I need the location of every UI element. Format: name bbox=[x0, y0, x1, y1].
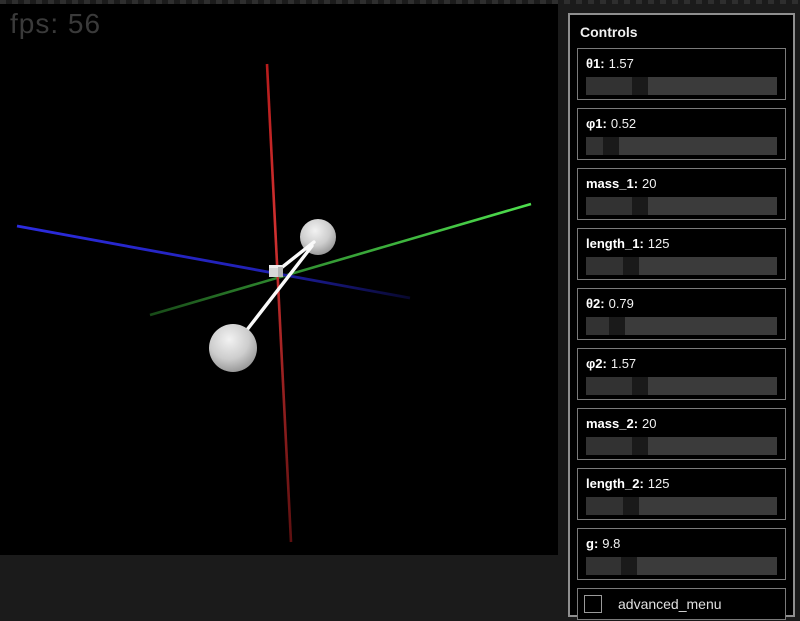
fps-counter: fps: 56 bbox=[10, 8, 101, 40]
advanced-menu-group: advanced_menu bbox=[577, 588, 786, 620]
slider-thumb[interactable] bbox=[623, 257, 639, 275]
panel-title: Controls bbox=[580, 24, 786, 40]
slider-thumb[interactable] bbox=[632, 197, 648, 215]
red-axis bbox=[267, 64, 291, 542]
slider-fill bbox=[586, 557, 621, 575]
slider-thumb[interactable] bbox=[632, 77, 648, 95]
length-2-slider[interactable] bbox=[586, 497, 777, 515]
theta1-slider[interactable] bbox=[586, 77, 777, 95]
slider-fill bbox=[586, 137, 603, 155]
slider-label-mass-1: mass_1:20 bbox=[586, 176, 777, 191]
origin-pivot-cube bbox=[269, 265, 283, 277]
slider-thumb[interactable] bbox=[609, 317, 625, 335]
theta2-slider[interactable] bbox=[586, 317, 777, 335]
slider-label-phi2: φ2:1.57 bbox=[586, 356, 777, 371]
slider-fill bbox=[586, 257, 623, 275]
slider-group-mass-1: mass_1:20 bbox=[577, 168, 786, 220]
slider-fill bbox=[586, 377, 632, 395]
pendulum-bob-2 bbox=[209, 324, 257, 372]
slider-group-phi1: φ1:0.52 bbox=[577, 108, 786, 160]
slider-fill bbox=[586, 197, 632, 215]
slider-label-length-1: length_1:125 bbox=[586, 236, 777, 251]
slider-group-g: g:9.8 bbox=[577, 528, 786, 580]
controls-panel: Controls θ1:1.57 φ1:0.52 mass_1:20 lengt… bbox=[568, 13, 795, 617]
slider-thumb[interactable] bbox=[632, 377, 648, 395]
phi2-slider[interactable] bbox=[586, 377, 777, 395]
slider-group-mass-2: mass_2:20 bbox=[577, 408, 786, 460]
slider-group-phi2: φ2:1.57 bbox=[577, 348, 786, 400]
slider-group-theta1: θ1:1.57 bbox=[577, 48, 786, 100]
slider-fill bbox=[586, 497, 623, 515]
slider-fill bbox=[586, 437, 632, 455]
slider-thumb[interactable] bbox=[632, 437, 648, 455]
blue-axis bbox=[17, 226, 410, 298]
slider-label-theta2: θ2:0.79 bbox=[586, 296, 777, 311]
phi1-slider[interactable] bbox=[586, 137, 777, 155]
slider-label-mass-2: mass_2:20 bbox=[586, 416, 777, 431]
slider-group-theta2: θ2:0.79 bbox=[577, 288, 786, 340]
slider-thumb[interactable] bbox=[603, 137, 619, 155]
g-slider[interactable] bbox=[586, 557, 777, 575]
pendulum-scene bbox=[0, 4, 558, 555]
slider-thumb[interactable] bbox=[621, 557, 637, 575]
mass-1-slider[interactable] bbox=[586, 197, 777, 215]
app-window: fps: 56 Controls θ1:1.57 φ1:0.52 mass_1:… bbox=[0, 0, 800, 621]
slider-fill bbox=[586, 77, 632, 95]
slider-label-theta1: θ1:1.57 bbox=[586, 56, 777, 71]
slider-group-length-2: length_2:125 bbox=[577, 468, 786, 520]
mass-2-slider[interactable] bbox=[586, 437, 777, 455]
simulation-canvas[interactable]: fps: 56 bbox=[0, 4, 558, 555]
length-1-slider[interactable] bbox=[586, 257, 777, 275]
slider-fill bbox=[586, 317, 609, 335]
slider-label-phi1: φ1:0.52 bbox=[586, 116, 777, 131]
slider-thumb[interactable] bbox=[623, 497, 639, 515]
slider-label-length-2: length_2:125 bbox=[586, 476, 777, 491]
slider-label-g: g:9.8 bbox=[586, 536, 777, 551]
advanced-menu-checkbox[interactable] bbox=[584, 595, 602, 613]
slider-group-length-1: length_1:125 bbox=[577, 228, 786, 280]
advanced-menu-label: advanced_menu bbox=[618, 596, 722, 612]
